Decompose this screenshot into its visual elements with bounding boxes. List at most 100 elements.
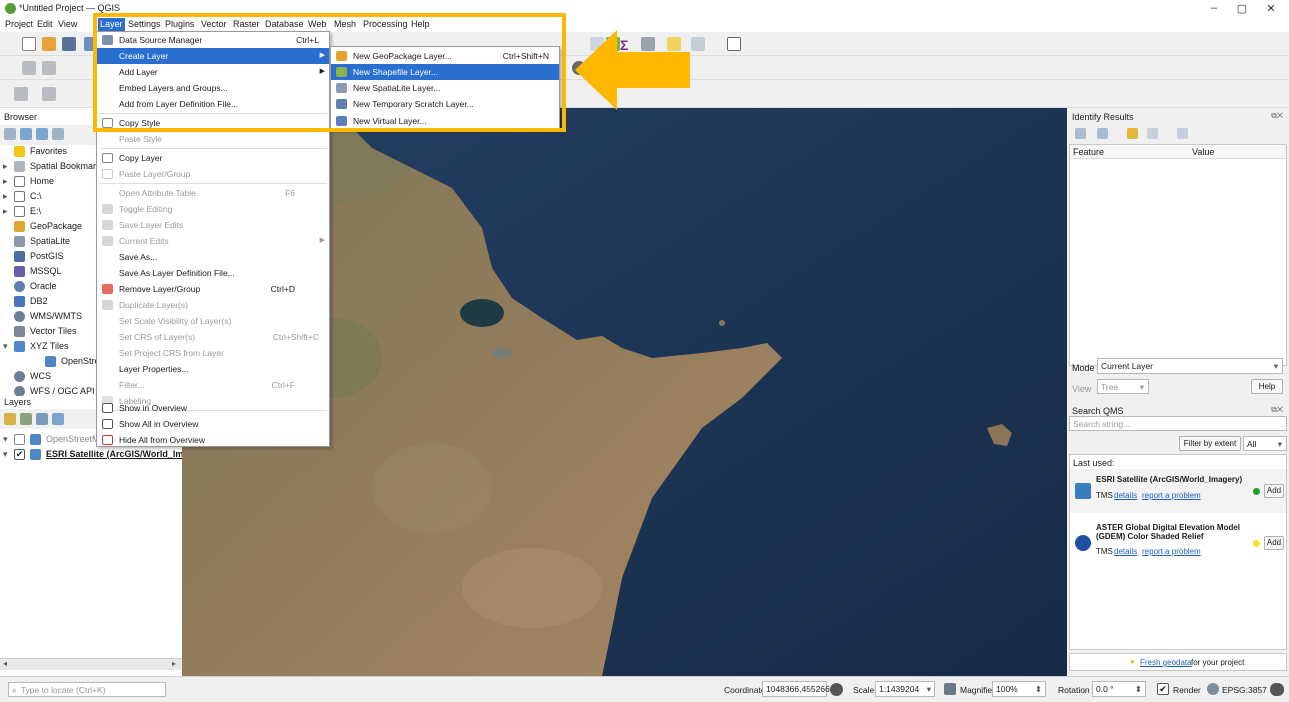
- qms-search-input[interactable]: Search string...: [1069, 416, 1287, 431]
- lake-shape: [460, 299, 504, 327]
- save-project-icon[interactable]: [62, 37, 76, 51]
- menu-item-toggle-editing: Toggle Editing: [97, 201, 329, 217]
- collapse-arrow-icon[interactable]: ▾: [3, 339, 8, 354]
- menu-item-show-all-in-overview[interactable]: Show All in Overview: [97, 416, 329, 432]
- rotation-field[interactable]: 0.0 ° ⬍: [1092, 681, 1146, 697]
- add-service-button[interactable]: Add: [1264, 484, 1284, 498]
- collapse-arrow-icon[interactable]: ▾: [3, 432, 8, 447]
- xyz-tiles-icon: [14, 341, 25, 352]
- edit-pencil-icon[interactable]: [22, 61, 36, 75]
- print-icon[interactable]: [1147, 128, 1158, 139]
- status-bar: ⌕ Type to locate (Ctrl+K) Coordinate 1048…: [0, 676, 1289, 702]
- new-project-icon[interactable]: [22, 37, 36, 51]
- help-button[interactable]: Help: [1251, 379, 1283, 394]
- spatialite-icon: [14, 236, 25, 247]
- locator-search-input[interactable]: ⌕ Type to locate (Ctrl+K): [8, 682, 166, 697]
- identify-toolbar: [1067, 125, 1289, 143]
- column-value[interactable]: Value: [1192, 147, 1214, 157]
- crs-globe-icon[interactable]: [1207, 683, 1219, 695]
- checkbox-unchecked[interactable]: [14, 434, 25, 445]
- menu-item-save-as-definition[interactable]: Save As Layer Definition File...: [97, 265, 329, 281]
- expand-arrow-icon[interactable]: ▸: [3, 159, 8, 174]
- view-label: View: [1072, 384, 1092, 394]
- filter-by-extent-button[interactable]: Filter by extent: [1179, 436, 1241, 451]
- postgis-icon: [14, 251, 25, 262]
- qms-service-item[interactable]: ESRI Satellite (ArcGIS/World_Imagery) TM…: [1070, 469, 1286, 513]
- lock-icon[interactable]: [944, 683, 956, 695]
- panel-close-icon[interactable]: ⧉✕: [1271, 111, 1283, 121]
- crs-button[interactable]: EPSG:3857: [1222, 685, 1267, 695]
- expand-arrow-icon[interactable]: ▸: [3, 189, 8, 204]
- maximize-button[interactable]: ▢: [1232, 2, 1252, 15]
- save-icon: [102, 220, 113, 230]
- save-edits-icon[interactable]: [42, 61, 56, 75]
- coordinate-toggle-icon[interactable]: [830, 683, 843, 696]
- menu-edit[interactable]: Edit: [37, 19, 53, 29]
- menu-item-paste-layer: Paste Layer/Group: [97, 166, 329, 182]
- filter-legend-icon[interactable]: [52, 413, 64, 425]
- render-checkbox[interactable]: ✔: [1157, 683, 1169, 695]
- service-details-link[interactable]: details: [1114, 547, 1137, 556]
- remove-layer-icon: [102, 284, 113, 294]
- folder-icon: [14, 206, 25, 217]
- scroll-right-icon[interactable]: ▸: [172, 659, 176, 668]
- menu-item-show-in-overview[interactable]: Show in Overview: [97, 400, 329, 416]
- layers-title: Layers: [4, 397, 32, 407]
- scroll-left-icon[interactable]: ◂: [3, 659, 7, 668]
- menu-item-save-as[interactable]: Save As...: [97, 249, 329, 265]
- menu-project[interactable]: Project: [5, 19, 33, 29]
- report-problem-link[interactable]: report a problem: [1142, 547, 1201, 556]
- fresh-geodata-link[interactable]: Fresh geodata: [1140, 658, 1192, 667]
- minimize-button[interactable]: –: [1204, 2, 1224, 14]
- messages-icon[interactable]: [1270, 683, 1284, 696]
- identify-settings-icon[interactable]: [1177, 128, 1188, 139]
- add-service-button[interactable]: Add: [1264, 536, 1284, 550]
- refresh-icon[interactable]: [20, 128, 32, 140]
- add-group-icon[interactable]: [20, 413, 32, 425]
- menu-item-layer-properties[interactable]: Layer Properties...: [97, 361, 329, 377]
- menu-item-remove-layer[interactable]: Remove Layer/Group Ctrl+D: [97, 281, 329, 297]
- coordinate-label: Coordinate: [724, 685, 766, 695]
- select-features-icon[interactable]: [14, 87, 28, 101]
- service-details-link[interactable]: details: [1114, 491, 1137, 500]
- view-select[interactable]: Tree ▾: [1097, 379, 1149, 394]
- mode-select[interactable]: Current Layer ▾: [1097, 358, 1283, 374]
- collapse-icon[interactable]: [52, 128, 64, 140]
- qms-filter-select[interactable]: All ▾: [1243, 436, 1287, 451]
- expand-arrow-icon[interactable]: ▸: [3, 174, 8, 189]
- qms-filter-value: All: [1247, 439, 1257, 449]
- expand-arrow-icon[interactable]: ▸: [3, 204, 8, 219]
- service-name: ESRI Satellite (ArcGIS/World_Imagery): [1096, 475, 1243, 484]
- deselect-icon[interactable]: [42, 87, 56, 101]
- column-feature[interactable]: Feature: [1073, 147, 1104, 157]
- identify-results-table[interactable]: Feature Value: [1069, 144, 1287, 366]
- collapse-tree-icon[interactable]: [1097, 128, 1108, 139]
- style-icon[interactable]: [4, 413, 16, 425]
- close-button[interactable]: ✕: [1261, 2, 1281, 15]
- identify-title: Identify Results: [1072, 112, 1134, 122]
- menu-item-copy-layer[interactable]: Copy Layer: [97, 150, 329, 166]
- copy-icon: [102, 153, 113, 163]
- expand-tree-icon[interactable]: [1075, 128, 1086, 139]
- menu-view[interactable]: View: [58, 19, 77, 29]
- menu-item-hide-all-from-overview[interactable]: Hide All from Overview: [97, 432, 329, 448]
- magnifier-field[interactable]: 100% ⬍: [992, 681, 1046, 697]
- collapse-arrow-icon[interactable]: ▾: [3, 447, 8, 462]
- visibility-icon[interactable]: [36, 413, 48, 425]
- open-project-icon[interactable]: [42, 37, 56, 51]
- wms-globe-icon: [14, 311, 25, 322]
- checkbox-checked[interactable]: ✔: [14, 449, 25, 460]
- select-feature-icon[interactable]: [1127, 128, 1138, 139]
- scale-field[interactable]: 1:1439204 ▾: [875, 681, 935, 697]
- add-selected-icon[interactable]: [4, 128, 16, 140]
- report-problem-link[interactable]: report a problem: [1142, 491, 1201, 500]
- filter-icon[interactable]: [36, 128, 48, 140]
- text-annotation-icon[interactable]: [727, 37, 741, 51]
- spin-arrows-icon: ⬍: [1134, 684, 1142, 694]
- qms-service-item[interactable]: ASTER Global Digital Elevation Model (GD…: [1070, 517, 1286, 567]
- panel-close-icon[interactable]: ⧉✕: [1271, 405, 1283, 415]
- menu-item-current-edits: Current Edits ▶: [97, 233, 329, 249]
- coordinate-field[interactable]: 1048366,4552664: [762, 681, 835, 697]
- horizontal-scrollbar[interactable]: ◂ ▸: [0, 658, 182, 670]
- menu-item-open-attribute-table: Open Attribute Table F6: [119, 188, 295, 198]
